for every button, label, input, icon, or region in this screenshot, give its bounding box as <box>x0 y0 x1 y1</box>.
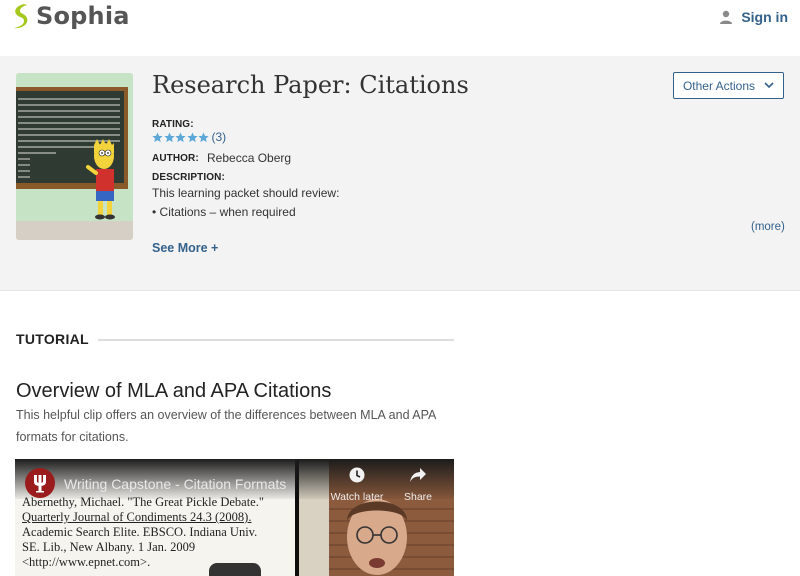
more-link[interactable]: (more) <box>751 221 785 233</box>
sophia-logo-icon <box>14 4 28 29</box>
tutorial-description: This helpful clip offers an overview of … <box>16 408 436 444</box>
watch-later-label: Watch later <box>330 491 384 503</box>
rating-stars <box>152 131 210 143</box>
rating-label: RATING: <box>152 119 194 130</box>
author-label: AUTHOR: <box>152 153 199 164</box>
star-icon <box>163 131 175 142</box>
citation-text: Abernethy, Michael. "The Great Pickle De… <box>22 495 264 570</box>
section-heading: TUTORIAL <box>16 331 89 347</box>
star-icon <box>152 131 163 142</box>
citation-line: SE. Lib., New Albany. 1 Jan. 2009 <box>22 540 196 554</box>
video-title[interactable]: Writing Capstone - Citation Formats <box>64 476 286 492</box>
packet-title: Research Paper: Citations <box>152 71 469 99</box>
section-divider <box>98 339 454 341</box>
rating-count[interactable]: (3) <box>212 130 227 144</box>
see-more-link[interactable]: See More + <box>152 241 218 255</box>
packet-thumbnail <box>16 73 133 240</box>
trident-logo-icon <box>34 475 46 493</box>
rating[interactable]: (3) <box>152 130 226 144</box>
tutorial-title: Overview of MLA and APA Citations <box>16 380 332 402</box>
description-label: DESCRIPTION: <box>152 172 225 183</box>
watch-later-button[interactable]: Watch later <box>327 467 387 503</box>
other-actions-label: Other Actions <box>682 78 756 93</box>
chevron-down-icon <box>764 82 774 89</box>
chalkboard-illustration <box>16 73 133 240</box>
description-line: This learning packet should review: <box>152 186 340 200</box>
star-icon <box>175 131 186 142</box>
description-line: • Citations – when required <box>152 205 296 219</box>
star-icon <box>198 131 209 142</box>
top-bar: Sophia Sign in <box>0 0 800 56</box>
citation-line: Quarterly Journal of Condiments 24.3 (20… <box>22 510 252 524</box>
author-name: Rebecca Oberg <box>207 151 292 165</box>
star-icon <box>186 131 198 142</box>
share-button[interactable]: Share <box>388 467 448 503</box>
clock-icon <box>349 467 365 483</box>
channel-logo[interactable] <box>25 468 55 498</box>
user-icon <box>720 10 733 24</box>
citation-line: Abernethy, Michael. "The Great Pickle De… <box>22 495 264 509</box>
share-arrow-icon <box>410 468 426 482</box>
share-label: Share <box>403 491 433 503</box>
brand-name: Sophia <box>36 2 130 30</box>
play-button[interactable] <box>209 563 261 576</box>
sign-in-button[interactable]: Sign in <box>719 9 788 25</box>
packet-info-panel: Research Paper: Citations Other Actions … <box>0 56 800 291</box>
video-player[interactable]: Abernethy, Michael. "The Great Pickle De… <box>15 459 454 576</box>
citation-line: Academic Search Elite. EBSCO. Indiana Un… <box>22 525 258 539</box>
sign-in-label: Sign in <box>741 9 788 25</box>
sophia-logo[interactable]: Sophia <box>10 2 130 30</box>
other-actions-button[interactable]: Other Actions <box>673 72 784 99</box>
